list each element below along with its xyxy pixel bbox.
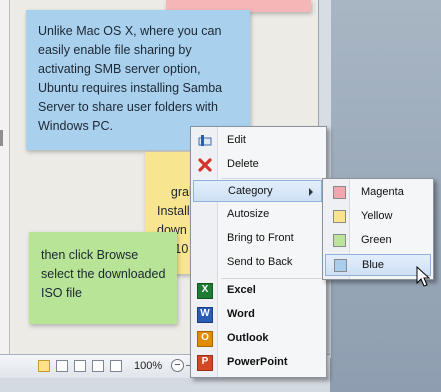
menu-item-label: Edit (227, 134, 246, 146)
normal-view-icon[interactable] (38, 360, 50, 372)
zoom-out-button[interactable]: − (171, 359, 184, 372)
outline-view-icon[interactable] (110, 360, 122, 372)
menu-item-autosize[interactable]: Autosize (193, 204, 322, 226)
menu-item-label: Outlook (227, 332, 269, 344)
menu-item-edit[interactable]: Edit (193, 130, 322, 152)
menu-item-delete[interactable]: Delete (193, 154, 322, 176)
frame-marker (0, 130, 3, 146)
category-submenu: Magenta Yellow Green Blue (322, 178, 434, 280)
powerpoint-icon: P (197, 355, 213, 371)
category-label: Green (361, 234, 392, 246)
sticky-note-green[interactable]: then click Browse select the downloaded … (29, 232, 177, 324)
sticky-note-blue-text: Unlike Mac OS X, where you can easily en… (38, 24, 223, 133)
mouse-cursor-icon (416, 266, 430, 287)
page-layout-icon[interactable] (74, 360, 86, 372)
menu-item-label: Delete (227, 158, 259, 170)
category-item-magenta[interactable]: Magenta (325, 182, 431, 204)
category-item-yellow[interactable]: Yellow (325, 206, 431, 228)
category-label: Magenta (361, 186, 404, 198)
menu-separator (221, 178, 321, 179)
category-label: Blue (362, 259, 385, 271)
menu-item-label: Word (227, 308, 255, 320)
menu-item-label: Category (228, 185, 273, 197)
excel-icon: X (197, 283, 213, 299)
category-item-green[interactable]: Green (325, 230, 431, 252)
menu-item-label: Excel (227, 284, 256, 296)
yellow-swatch-icon (333, 210, 346, 223)
zoom-level: 100% (134, 360, 163, 372)
menu-item-label: Send to Back (227, 256, 293, 268)
taskbar-strip (0, 378, 330, 392)
magenta-swatch-icon (333, 186, 346, 199)
menu-item-powerpoint[interactable]: P PowerPoint (193, 352, 322, 374)
menu-item-label: PowerPoint (227, 356, 288, 368)
category-label: Yellow (361, 210, 393, 222)
delete-icon (198, 158, 212, 172)
menu-item-bring-to-front[interactable]: Bring to Front (193, 228, 322, 250)
sticky-note-green-text: then click Browse select the downloaded … (41, 248, 166, 300)
menu-item-category[interactable]: Category (193, 180, 322, 202)
submenu-arrow-icon (309, 188, 313, 196)
left-window-frame (0, 0, 10, 358)
outlook-icon: O (197, 331, 213, 347)
menu-item-send-to-back[interactable]: Send to Back (193, 252, 322, 274)
menu-separator (221, 278, 321, 279)
reading-view-icon[interactable] (56, 360, 68, 372)
menu-item-label: Autosize (227, 208, 270, 220)
edit-icon (198, 135, 212, 146)
green-swatch-icon (333, 234, 346, 247)
menu-item-word[interactable]: W Word (193, 304, 322, 326)
menu-item-excel[interactable]: X Excel (193, 280, 322, 302)
menu-item-outlook[interactable]: O Outlook (193, 328, 322, 350)
word-icon: W (197, 307, 213, 323)
menu-item-label: Bring to Front (227, 232, 294, 244)
blue-swatch-icon (334, 259, 347, 272)
web-layout-icon[interactable] (92, 360, 104, 372)
context-menu: Edit Delete Category Autosize Bring to F… (190, 126, 327, 378)
